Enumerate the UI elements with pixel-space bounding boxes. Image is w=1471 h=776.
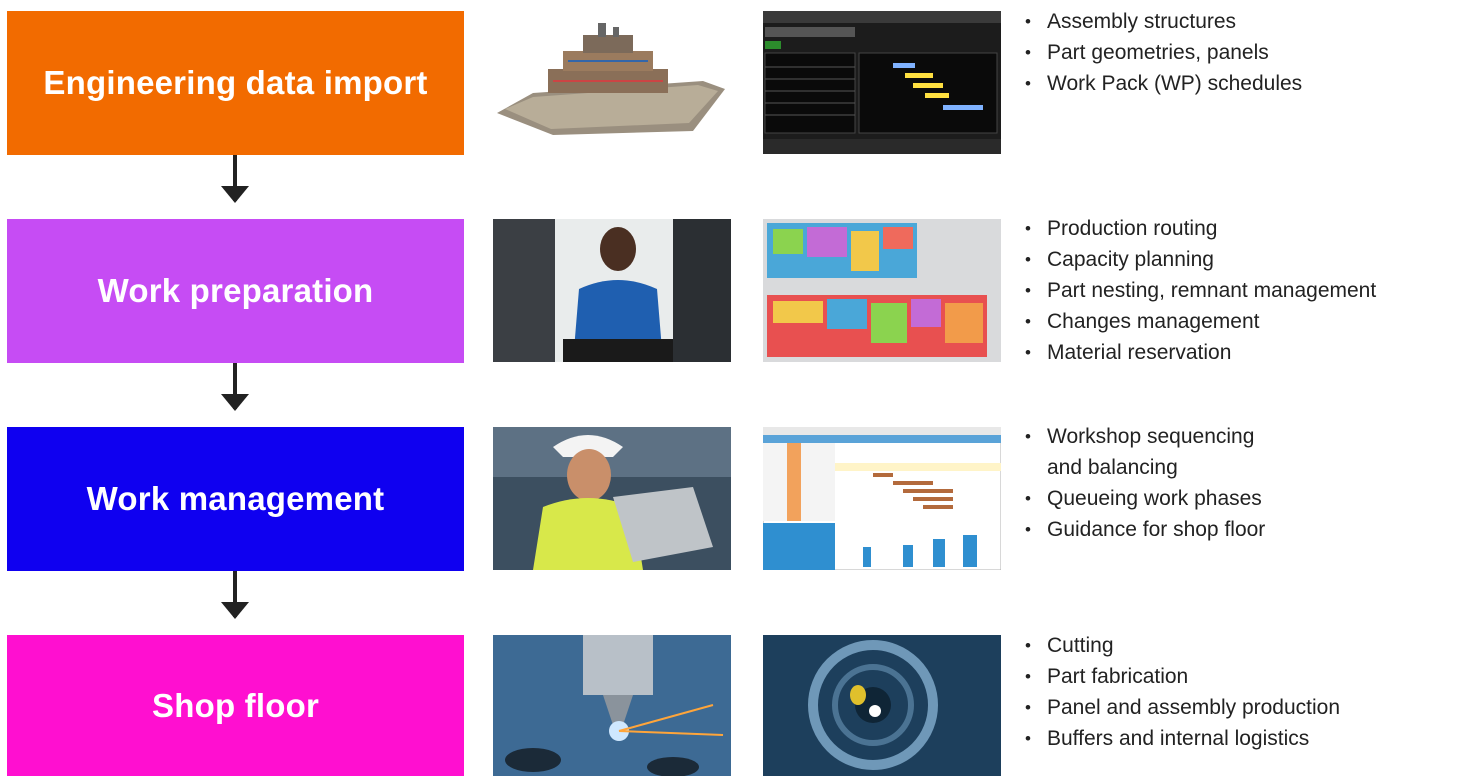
bullet-item: Guidance for shop floor [1023,514,1265,545]
stage-work-management: Work management [7,427,464,571]
bullet-item: Part fabrication [1023,661,1340,692]
flow-arrow [221,155,249,203]
schedule-software-screenshot [763,11,1001,154]
bullet-item: Part nesting, remnant management [1023,275,1376,306]
ship-model-image [493,11,731,154]
stage-engineering-data-import: Engineering data import [7,11,464,155]
bullet-list: Cutting Part fabrication Panel and assem… [1023,630,1340,754]
bullet-item: Panel and assembly production [1023,692,1340,723]
stage-label: Work preparation [97,272,374,309]
bullet-list: Workshop sequencing and balancing Queuei… [1023,421,1265,545]
stage-work-preparation: Work preparation [7,219,464,363]
welder-in-tube-photo [763,635,1001,776]
bullet-item: Material reservation [1023,337,1376,368]
worker-with-laptop-photo [493,427,731,570]
stage-label: Work management [86,480,385,517]
laser-cutting-photo [493,635,731,776]
bullet-item: Capacity planning [1023,244,1376,275]
part-nesting-screenshot [763,219,1001,362]
flow-arrow [221,571,249,619]
engineer-at-computer-photo [493,219,731,362]
stage-shop-floor: Shop floor [7,635,464,776]
bullet-item: Buffers and internal logistics [1023,723,1340,754]
bullet-item: Part geometries, panels [1023,37,1302,68]
bullet-item: Work Pack (WP) schedules [1023,68,1302,99]
stage-label: Engineering data import [43,64,428,101]
bullet-item: Workshop sequencing [1023,421,1265,452]
bullet-item: Production routing [1023,213,1376,244]
bullet-item: Cutting [1023,630,1340,661]
flow-arrow [221,363,249,411]
bullet-list: Production routing Capacity planning Par… [1023,213,1376,368]
bullet-list: Assembly structures Part geometries, pan… [1023,6,1302,99]
bullet-item: Queueing work phases [1023,483,1265,514]
bullet-item-continuation: and balancing [1047,456,1178,479]
bullet-item: Changes management [1023,306,1376,337]
bullet-item: Assembly structures [1023,6,1302,37]
gantt-software-screenshot [763,427,1001,570]
stage-label: Shop floor [152,686,319,724]
